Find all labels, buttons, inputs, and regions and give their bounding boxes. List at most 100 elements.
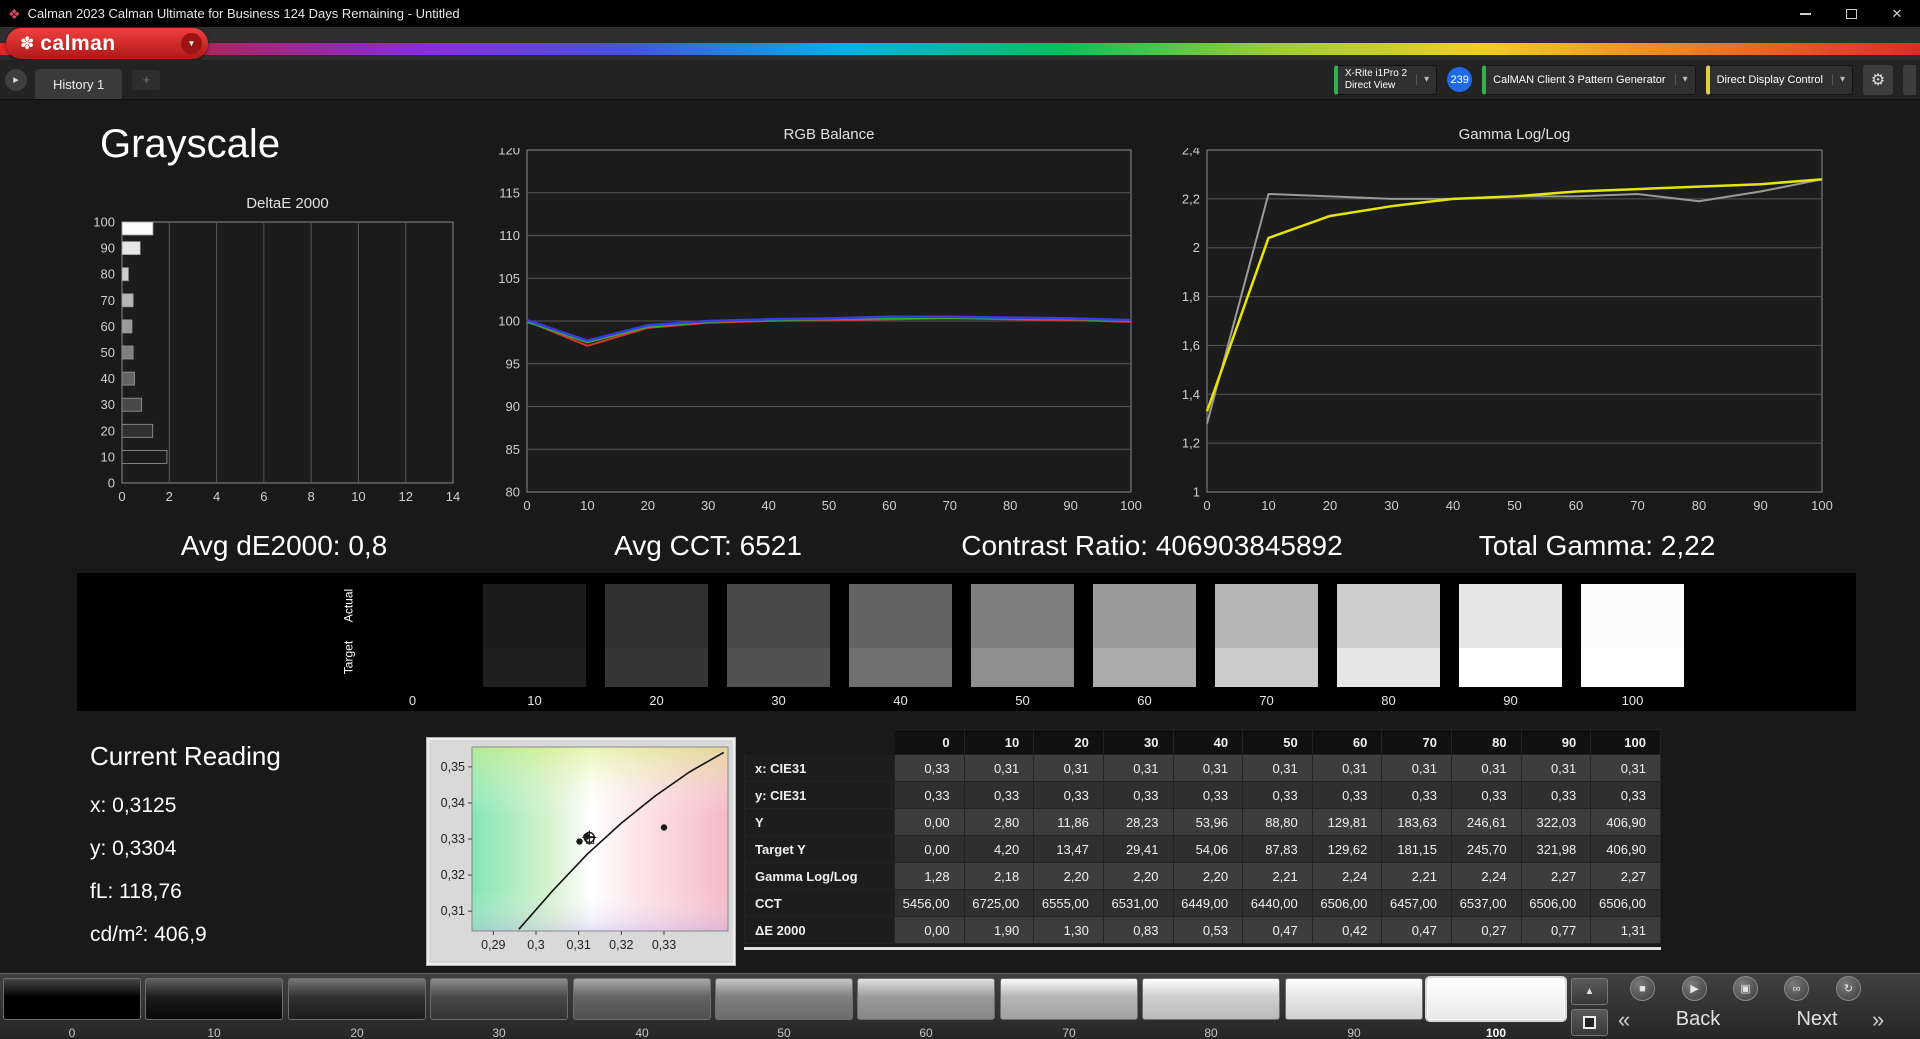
svg-text:90: 90 — [1753, 498, 1767, 513]
chevron-down-icon: ▾ — [1674, 74, 1688, 85]
table-cell: 4,20 — [963, 835, 1035, 863]
table-cell: 406,90 — [1590, 835, 1661, 863]
svg-text:0: 0 — [523, 498, 530, 513]
table-cell: 2,21 — [1381, 862, 1452, 890]
loop-button[interactable]: ∞ — [1784, 976, 1809, 1001]
display-control-dropdown[interactable]: Direct Display Control ▾ — [1705, 64, 1853, 95]
pattern-level-button[interactable] — [288, 978, 426, 1020]
history-nav-button[interactable]: ▸ — [5, 68, 27, 91]
table-row-label: x: CIE31 — [744, 754, 895, 782]
collapsed-panel-button[interactable] — [1903, 64, 1916, 95]
table-cell: 322,03 — [1520, 808, 1592, 836]
back-chevron-icon[interactable]: « — [1618, 1007, 1630, 1033]
svg-text:40: 40 — [1446, 498, 1460, 513]
table-cell: 6440,00 — [1242, 889, 1313, 917]
rainbow-strip — [0, 43, 1920, 55]
pattern-window-button[interactable] — [1571, 1009, 1608, 1036]
swatch-target — [971, 647, 1074, 687]
swatch-level-label: 40 — [893, 693, 908, 708]
back-button[interactable]: Back — [1650, 1008, 1746, 1031]
swatch-level-label: 50 — [1015, 693, 1030, 708]
calman-logo-text: calman — [40, 31, 116, 55]
table-cell: 87,83 — [1242, 835, 1313, 863]
pattern-level-button[interactable] — [857, 978, 995, 1020]
maximize-button[interactable] — [1828, 0, 1874, 27]
svg-text:10: 10 — [351, 489, 365, 504]
next-chevron-icon[interactable]: » — [1872, 1007, 1884, 1033]
meter-dropdown[interactable]: X-Rite i1Pro 2 Direct View ▾ — [1333, 64, 1438, 95]
hardware-toolbar: X-Rite i1Pro 2 Direct View ▾ 239 CalMAN … — [1333, 64, 1916, 95]
table-row: CCT 5456,00 6725,00 6555,00 6531,00 6449,00 64… — [744, 889, 1661, 917]
pattern-level-button[interactable] — [1000, 978, 1138, 1020]
table-cell: 0,53 — [1172, 916, 1244, 944]
table-cell: 321,98 — [1520, 835, 1592, 863]
calman-logo-menu[interactable]: ✽ calman ▼ — [6, 28, 208, 59]
svg-text:1,6: 1,6 — [1182, 338, 1200, 353]
table-cell: 181,15 — [1381, 835, 1452, 863]
svg-text:2,2: 2,2 — [1182, 191, 1200, 206]
new-tab-button[interactable]: + — [132, 69, 161, 90]
play-button[interactable]: ▶ — [1682, 976, 1707, 1001]
swatch-level-label: 80 — [1381, 693, 1396, 708]
swatch-target — [1215, 647, 1318, 687]
pattern-eject-button[interactable]: ▲ — [1571, 978, 1608, 1005]
avg-de2000-stat: Avg dE2000: 0,8 — [180, 530, 388, 561]
table-cell: 5456,00 — [894, 889, 965, 917]
settings-button[interactable]: ⚙ — [1863, 64, 1893, 95]
deltae-chart: DeltaE 2000 0 2 4 6 8 10 12 14 100 90 80 70 60 50 40 30… — [85, 195, 465, 510]
pattern-window-toggle-button[interactable]: ▣ — [1733, 976, 1758, 1001]
svg-text:0: 0 — [1203, 498, 1210, 513]
minimize-button[interactable] — [1782, 0, 1828, 27]
pattern-generator-dropdown[interactable]: CalMAN Client 3 Pattern Generator ▾ — [1482, 64, 1696, 95]
swatch-actual — [1459, 584, 1562, 648]
pattern-level-button[interactable] — [145, 978, 283, 1020]
grayscale-swatch — [361, 584, 464, 687]
table-cell: 0,33 — [1381, 781, 1452, 809]
table-cell: 13,47 — [1033, 835, 1104, 863]
meter-status-badge: 239 — [1447, 67, 1473, 92]
refresh-button[interactable]: ↻ — [1836, 976, 1861, 1001]
swatch-target — [727, 647, 830, 687]
pattern-level-button[interactable] — [1142, 978, 1280, 1020]
table-cell: 6725,00 — [963, 889, 1035, 917]
svg-text:0,31: 0,31 — [566, 938, 590, 952]
table-cell: 0,33 — [1451, 781, 1522, 809]
swatch-level-label: 20 — [649, 693, 664, 708]
table-cell: 0,00 — [894, 808, 965, 836]
pattern-level-button[interactable] — [1285, 978, 1423, 1020]
svg-text:50: 50 — [1507, 498, 1521, 513]
table-cell: 0,33 — [1311, 781, 1383, 809]
tab-history-1[interactable]: History 1 — [35, 69, 123, 99]
svg-text:100: 100 — [1811, 498, 1833, 513]
pattern-level-button[interactable] — [573, 978, 711, 1020]
table-cell: 11,86 — [1033, 808, 1104, 836]
pattern-level-button[interactable] — [3, 978, 141, 1020]
table-cell: 0,47 — [1242, 916, 1313, 944]
svg-text:105: 105 — [498, 271, 520, 286]
table-cell: 2,27 — [1590, 862, 1661, 890]
grayscale-swatch — [605, 584, 708, 687]
swatch-actual — [849, 584, 952, 648]
next-button[interactable]: Next — [1772, 1008, 1862, 1031]
table-cell: 0,33 — [1033, 781, 1104, 809]
stop-button[interactable]: ■ — [1630, 976, 1655, 1001]
pattern-level-button[interactable] — [430, 978, 568, 1020]
close-button[interactable]: ✕ — [1874, 0, 1920, 27]
pattern-level-button[interactable] — [1427, 978, 1565, 1020]
total-gamma-stat: Total Gamma: 2,22 — [1478, 530, 1716, 561]
table-cell: 2,24 — [1311, 862, 1383, 890]
table-cell: 29,41 — [1102, 835, 1174, 863]
table-cell: 6537,00 — [1451, 889, 1522, 917]
table-cell: 6457,00 — [1381, 889, 1452, 917]
svg-text:0,35: 0,35 — [441, 760, 465, 774]
window-icon — [1583, 1016, 1596, 1029]
pattern-level-label: 70 — [1062, 1026, 1076, 1039]
grayscale-strip: Actual Target 0 10 20 30 40 50 60 70 80 90 100 — [77, 573, 1856, 711]
svg-text:0: 0 — [108, 476, 115, 491]
pattern-toolbar: ▲ ■ ▶ ▣ ∞ ↻ « Back Next » 0 10 20 30 40 50 60 7… — [0, 973, 1920, 1039]
svg-text:40: 40 — [761, 498, 775, 513]
table-cell: 54,06 — [1172, 835, 1244, 863]
table-scrollbar[interactable] — [744, 947, 1661, 950]
pattern-level-button[interactable] — [715, 978, 853, 1020]
page-title: Grayscale — [100, 122, 281, 166]
